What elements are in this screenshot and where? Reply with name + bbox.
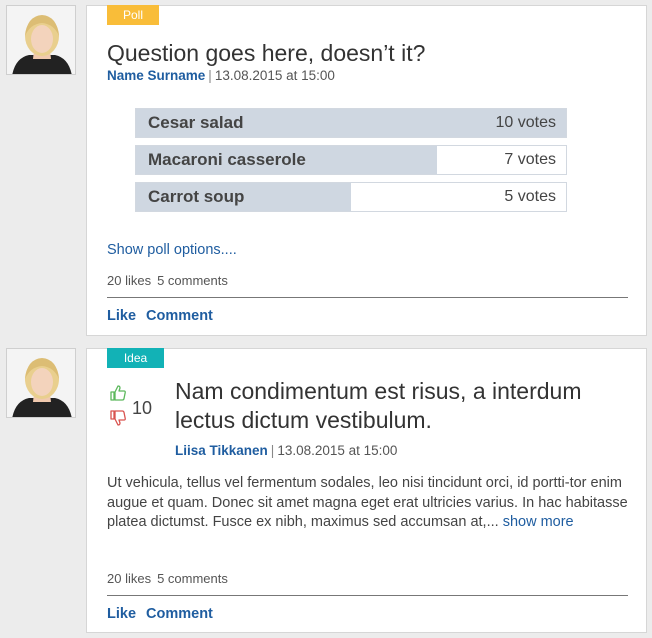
comments-count: 5 comments — [157, 273, 228, 288]
comment-button[interactable]: Comment — [146, 308, 213, 324]
poll-option[interactable]: Macaroni casserole 7 votes — [135, 145, 567, 175]
poll-option-votes: 7 votes — [504, 151, 556, 168]
poll-option-votes: 5 votes — [504, 188, 556, 205]
poll-question: Question goes here, doesn’t it? — [107, 40, 426, 66]
poll-option-label: Carrot soup — [148, 187, 245, 206]
show-poll-options-link[interactable]: Show poll options.... — [107, 242, 237, 258]
author-link[interactable]: Liisa Tikkanen — [175, 443, 268, 458]
idea-tag: Idea — [107, 348, 164, 368]
idea-post-card: Idea 10 Nam condimentum est risus, a int… — [86, 348, 647, 633]
poll-option-label: Macaroni casserole — [148, 150, 306, 169]
author-link[interactable]: Name Surname — [107, 68, 205, 83]
poll-option-label: Cesar salad — [148, 113, 244, 132]
avatar-image — [7, 6, 75, 74]
divider — [107, 595, 628, 596]
thumbs-down-icon[interactable] — [109, 409, 127, 427]
post-meta: Liisa Tikkanen | 13.08.2015 at 15:00 — [175, 443, 397, 458]
poll-option[interactable]: Carrot soup 5 votes — [135, 182, 567, 212]
post-actions: Like Comment — [107, 308, 213, 324]
divider — [107, 297, 628, 298]
vote-count: 10 — [132, 398, 153, 418]
avatar[interactable] — [6, 5, 76, 75]
post-timestamp: 13.08.2015 at 15:00 — [277, 443, 398, 458]
poll-post-card: Poll Question goes here, doesn’t it? Nam… — [86, 5, 647, 336]
meta-separator: | — [270, 443, 275, 458]
post-actions: Like Comment — [107, 606, 213, 622]
post-stats: 20 likes 5 comments — [107, 571, 228, 586]
like-button[interactable]: Like — [107, 606, 136, 622]
poll-tag: Poll — [107, 5, 159, 25]
meta-separator: | — [208, 68, 212, 83]
comments-count: 5 comments — [157, 571, 228, 586]
like-button[interactable]: Like — [107, 308, 136, 324]
poll-option[interactable]: Cesar salad 10 votes — [135, 108, 567, 138]
idea-title: Nam condimentum est risus, a interdum le… — [175, 378, 582, 433]
likes-count: 20 likes — [107, 273, 152, 288]
idea-body: Ut vehicula, tellus vel fermentum sodale… — [107, 474, 629, 533]
likes-count: 20 likes — [107, 571, 152, 586]
comment-button[interactable]: Comment — [146, 606, 213, 622]
post-stats: 20 likes 5 comments — [107, 273, 228, 288]
poll-option-votes: 10 votes — [495, 114, 556, 131]
avatar-image — [7, 349, 75, 417]
thumbs-up-icon[interactable] — [109, 384, 127, 402]
avatar[interactable] — [6, 348, 76, 418]
post-meta: Name Surname | 13.08.2015 at 15:00 — [107, 68, 335, 83]
post-timestamp: 13.08.2015 at 15:00 — [214, 68, 335, 83]
show-more-link[interactable]: show more — [503, 514, 574, 530]
